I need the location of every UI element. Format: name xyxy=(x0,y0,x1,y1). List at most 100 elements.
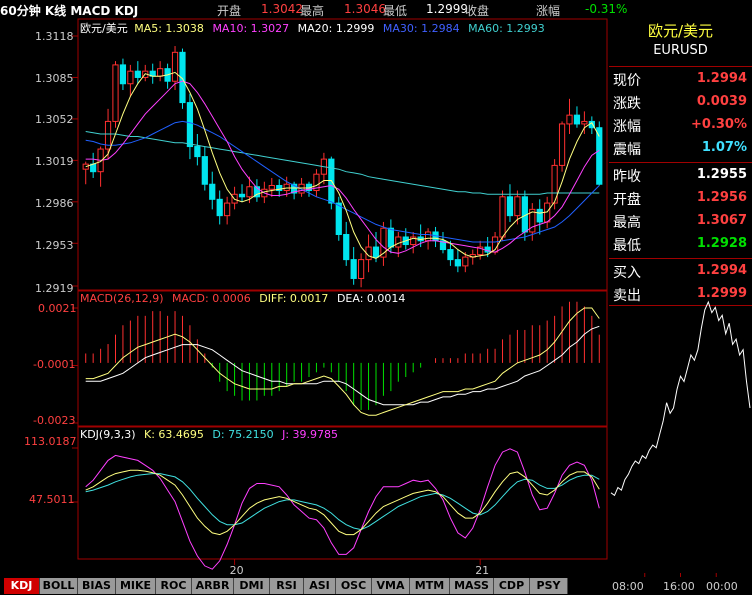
quote-row-label: 涨跌 xyxy=(613,96,641,112)
close-label: 收盘 xyxy=(465,4,490,18)
candle-down xyxy=(335,202,342,235)
candle-up xyxy=(514,196,521,217)
macd-chart xyxy=(72,301,600,424)
ma5-legend: MA5: 1.3038 xyxy=(134,22,204,35)
quote-row-label: 最低 xyxy=(613,238,641,254)
quote-row-label: 昨收 xyxy=(613,169,641,185)
candle-up xyxy=(246,186,253,198)
quote-code: EURUSD xyxy=(653,43,708,58)
kdj-legend-j: J: 39.9785 xyxy=(282,428,339,441)
quote-row-value: 1.2994 xyxy=(696,263,747,278)
high-value: 1.3046 xyxy=(344,2,386,16)
quote-divider xyxy=(609,162,752,163)
change-label: 涨幅 xyxy=(536,4,561,18)
low-value: 1.2999 xyxy=(426,2,468,16)
tab-arbr[interactable]: ARBR xyxy=(192,578,234,594)
y-tick-kline: 1.3052 xyxy=(35,113,74,126)
tab-boll[interactable]: BOLL xyxy=(40,578,78,594)
candle-down xyxy=(387,227,394,248)
chart-title: 60分钟 K线 MACD KDJ xyxy=(0,4,139,18)
tab-psy[interactable]: PSY xyxy=(530,578,568,594)
candle-down xyxy=(447,249,454,261)
candle-down xyxy=(573,114,581,125)
quote-row: 最低 1.2928 xyxy=(609,233,752,256)
candle-down xyxy=(350,259,357,279)
candle-down xyxy=(186,102,194,148)
kdj-legend: KDJ(9,3,3) K: 63.4695 D: 75.2150 J: 39.9… xyxy=(80,428,338,441)
open-label: 开盘 xyxy=(217,4,242,18)
candle-down xyxy=(536,208,543,223)
x-tick-label: 21 xyxy=(475,564,489,577)
quote-row-label: 最高 xyxy=(613,215,641,231)
y-tick-macd: -0.0001 xyxy=(33,358,76,371)
candle-down xyxy=(209,183,216,200)
x-axis: 20 21 xyxy=(230,559,489,577)
quote-row: 现价 1.2994 xyxy=(609,68,752,91)
ma10-legend: MA10: 1.3027 xyxy=(212,22,290,35)
macd-legend-name: MACD(26,12,9) xyxy=(80,292,164,305)
ma60-legend: MA60: 1.2993 xyxy=(468,22,545,35)
quote-row-value: 0.0039 xyxy=(696,94,747,109)
quote-row-label: 买入 xyxy=(613,265,641,281)
kline-legend: 欧元/美元 MA5: 1.3038 MA10: 1.3027 MA20: 1.2… xyxy=(80,20,545,36)
j-line xyxy=(85,448,600,570)
tab-cdp[interactable]: CDP xyxy=(494,578,530,594)
tab-vma[interactable]: VMA xyxy=(372,578,410,594)
tab-mass[interactable]: MASS xyxy=(450,578,494,594)
ma30-legend: MA30: 1.2984 xyxy=(382,22,460,35)
y-tick-kline: 1.2986 xyxy=(35,197,74,210)
candle-down xyxy=(506,196,514,217)
quote-row: 涨幅 +0.30% xyxy=(609,114,752,137)
indicator-tabs: KDJ BOLL BIAS MIKE ROC ARBR DMI RSI ASI OSC VMA MTM… xyxy=(0,577,609,595)
quote-row: 买入 1.2994 xyxy=(609,260,752,283)
y-tick-kline: 1.2919 xyxy=(35,282,74,295)
y-tick-kline: 1.3118 xyxy=(35,30,74,43)
y-tick-kdj: 113.0187 xyxy=(24,435,77,448)
quote-row: 开盘 1.2956 xyxy=(609,187,752,210)
quote-divider xyxy=(609,66,752,67)
candle-up xyxy=(558,123,566,166)
candle-down xyxy=(343,233,350,261)
y-tick-macd: 0.0021 xyxy=(38,302,77,315)
change-value: -0.31% xyxy=(585,2,628,16)
macd-legend-dea: DEA: 0.0014 xyxy=(336,292,406,305)
tab-rsi[interactable]: RSI xyxy=(270,578,304,594)
macd-legend: MACD(26,12,9) MACD: 0.0006 DIFF: 0.0017 … xyxy=(80,292,405,305)
tab-mtm[interactable]: MTM xyxy=(410,578,450,594)
quote-title: 欧元/美元 xyxy=(647,22,714,40)
tab-osc[interactable]: OSC xyxy=(336,578,372,594)
quote-row-value: 1.2955 xyxy=(696,167,747,182)
quote-row-value: 1.3067 xyxy=(696,213,747,228)
tab-mike[interactable]: MIKE xyxy=(116,578,156,594)
tab-roc[interactable]: ROC xyxy=(156,578,192,594)
ma20-legend: MA20: 1.2999 xyxy=(297,22,375,35)
candle-down xyxy=(216,198,223,217)
candle-up xyxy=(157,68,164,77)
tab-dmi[interactable]: DMI xyxy=(234,578,270,594)
candle-down xyxy=(454,259,461,267)
candle-up xyxy=(127,70,134,85)
y-tick-kdj: 47.5011 xyxy=(29,493,75,506)
tab-bias[interactable]: BIAS xyxy=(78,578,116,594)
candlesticks xyxy=(82,46,603,288)
quote-row-value: 1.2956 xyxy=(696,190,747,205)
candle-down xyxy=(194,146,201,158)
kdj-legend-name: KDJ(9,3,3) xyxy=(80,428,136,441)
quote-row-label: 现价 xyxy=(613,73,641,89)
tab-asi[interactable]: ASI xyxy=(304,578,336,594)
open-value: 1.3042 xyxy=(261,2,303,16)
macd-legend-diff: DIFF: 0.0017 xyxy=(259,292,329,305)
kline-panel-frame xyxy=(77,18,608,291)
macd-panel-frame xyxy=(77,290,608,427)
tab-kdj[interactable]: KDJ xyxy=(4,578,40,594)
candle-up xyxy=(112,64,119,122)
candle-up xyxy=(566,114,573,125)
kdj-legend-d: D: 75.2150 xyxy=(212,428,274,441)
symbol-legend: 欧元/美元 xyxy=(80,22,128,35)
intraday-line xyxy=(610,300,751,497)
candle-up xyxy=(224,202,231,217)
macd-legend-macd: MACD: 0.0006 xyxy=(172,292,251,305)
low-label: 最低 xyxy=(383,4,408,18)
quote-divider xyxy=(609,258,752,259)
quote-row: 最高 1.3067 xyxy=(609,210,752,233)
